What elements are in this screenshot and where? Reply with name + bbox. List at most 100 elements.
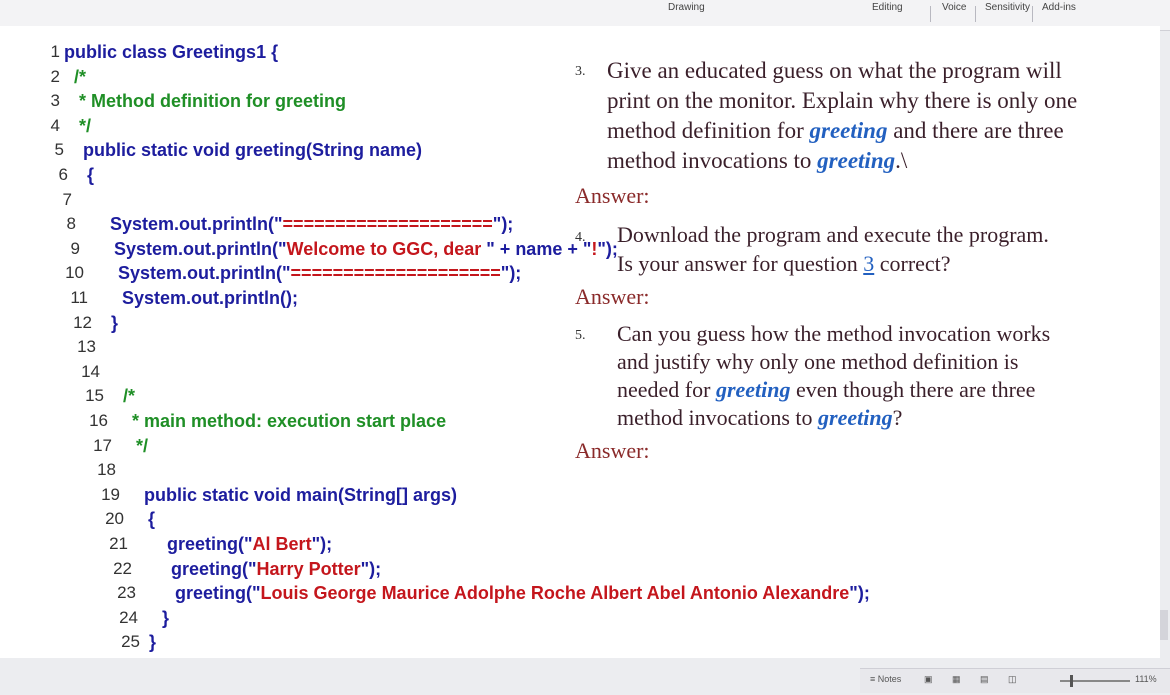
code-token: public class Greetings1 {	[64, 42, 279, 62]
slide-sorter-icon[interactable]: ▦	[952, 674, 961, 685]
notes-button[interactable]: ≡ Notes	[870, 674, 901, 684]
code-text: public static void main(String[] args)	[124, 483, 457, 507]
question-4-line-2: Is your answer for question 3 correct?	[617, 249, 951, 279]
code-token: {	[128, 509, 156, 530]
code-text: public static void greeting(String name)	[68, 138, 422, 162]
line-number: 25	[121, 632, 140, 652]
question-5-line-4: method invocations to greeting?	[617, 403, 902, 433]
line-number: 17	[93, 435, 112, 455]
text: needed for	[617, 377, 716, 402]
reading-view-icon[interactable]: ▤	[980, 674, 989, 685]
normal-view-icon[interactable]: ▣	[924, 674, 933, 685]
code-token: Al Bert	[252, 534, 312, 554]
answer-4-label: Answer:	[575, 284, 650, 309]
question-3-number: 3.	[575, 64, 586, 79]
zoom-level[interactable]: 111%	[1135, 674, 1157, 684]
code-text: /*	[64, 65, 86, 89]
line-number: 15	[85, 386, 104, 406]
document-page[interactable]: 1 public class Greetings1 {2 /* 3 * Method…	[0, 26, 1160, 658]
code-token: ====================	[290, 263, 501, 284]
greeting-term: greeting	[818, 405, 893, 430]
line-number: 18	[97, 460, 116, 480]
code-token: /*	[64, 66, 87, 87]
code-text: System.out.println("Welcome to GGC, dear…	[84, 237, 618, 261]
greeting-term: greeting	[817, 148, 896, 173]
code-token: Louis George Maurice Adolphe Roche Alber…	[260, 583, 850, 604]
question-5-line-1: Can you guess how the method invocation …	[617, 321, 1051, 346]
answer-3-label: Answer:	[575, 183, 650, 208]
ribbon-divider	[975, 6, 976, 22]
code-token: ");	[492, 214, 514, 235]
text: method invocations to	[617, 405, 819, 430]
question-3-line-4: method invocations to greeting.\	[607, 146, 907, 176]
line-number: 12	[73, 312, 92, 332]
code-text: greeting("Al Bert");	[132, 532, 332, 556]
text: method definition for	[607, 118, 810, 143]
notes-label: Notes	[877, 674, 902, 684]
code-token: System.out.println();	[92, 288, 298, 308]
question-5-number: 5.	[575, 328, 586, 343]
code-text: */	[116, 434, 148, 458]
code-token: public static void greeting(String name)	[68, 140, 423, 161]
code-text: {	[72, 163, 94, 187]
line-number: 3	[50, 91, 60, 111]
code-text: greeting("Harry Potter");	[136, 557, 381, 581]
text: .\	[895, 148, 908, 173]
ribbon-voice-tab[interactable]: Voice	[942, 2, 966, 13]
ribbon-divider	[1032, 6, 1033, 22]
code-text: System.out.println();	[92, 286, 298, 310]
code-token: ");	[360, 558, 382, 579]
code-text: greeting("Louis George Maurice Adolphe R…	[140, 581, 870, 605]
code-text: * main method: execution start place	[112, 409, 446, 433]
greeting-term: greeting	[715, 377, 791, 402]
line-number: 6	[58, 165, 68, 184]
code-text: /*	[108, 384, 135, 408]
code-token: Welcome to GGC, dear	[286, 238, 487, 259]
vertical-scrollbar[interactable]	[1160, 610, 1168, 640]
line-number: 8	[66, 214, 76, 234]
text: method invocations to	[607, 148, 818, 173]
code-token: {	[72, 165, 95, 185]
line-number: 9	[70, 238, 80, 258]
line-number: 11	[70, 288, 88, 307]
code-text: {	[128, 507, 155, 531]
status-bar: ≡ Notes ▣ ▦ ▤ ◫ 111%	[860, 668, 1170, 693]
code-token: /*	[108, 386, 136, 407]
code-token: * main method: execution start place	[112, 411, 447, 431]
question-5-line-3: needed for greeting even though there ar…	[617, 375, 1035, 405]
ribbon-divider	[930, 6, 931, 22]
greeting-term: greeting	[809, 118, 888, 143]
code-token: System.out.println("	[80, 214, 283, 235]
presenter-view-icon[interactable]: ◫	[1008, 674, 1017, 685]
code-token: ");	[597, 238, 618, 259]
line-number: 5	[54, 140, 64, 160]
code-text: public class Greetings1 {	[64, 40, 278, 64]
line-number: 22	[113, 558, 132, 578]
ribbon-addins-tab[interactable]: Add-ins	[1042, 2, 1076, 13]
question-3-line-1: Give an educated guess on what the progr…	[607, 58, 1062, 83]
text: Is your answer for question	[617, 251, 864, 276]
code-token: System.out.println("	[84, 238, 287, 259]
ribbon-editing-tab[interactable]: Editing	[872, 2, 903, 13]
code-token: public static void main(String[] args)	[124, 484, 458, 505]
zoom-slider-thumb[interactable]	[1070, 675, 1073, 687]
code-token: ");	[311, 534, 333, 554]
ribbon-sensitivity-tab[interactable]: Sensitivity	[985, 2, 1030, 13]
code-token: */	[64, 115, 92, 136]
line-number: 21	[109, 534, 128, 553]
line-number: 7	[62, 189, 72, 209]
text: correct?	[874, 251, 951, 276]
code-token: Harry Potter	[256, 558, 361, 579]
code-token: greeting("	[140, 583, 261, 604]
code-token: }	[96, 312, 119, 333]
question-3-line-2: print on the monitor. Explain why there …	[607, 88, 1078, 113]
line-number: 13	[77, 337, 96, 357]
ribbon-drawing-tab[interactable]: Drawing	[668, 2, 705, 13]
question-4-number: 4.	[575, 230, 586, 245]
code-text: }	[96, 311, 118, 335]
code-token: }	[144, 632, 157, 653]
line-number: 20	[105, 509, 124, 529]
line-number: 16	[89, 411, 108, 430]
question-3-link[interactable]: 3	[863, 251, 874, 276]
line-number: 23	[117, 583, 136, 603]
